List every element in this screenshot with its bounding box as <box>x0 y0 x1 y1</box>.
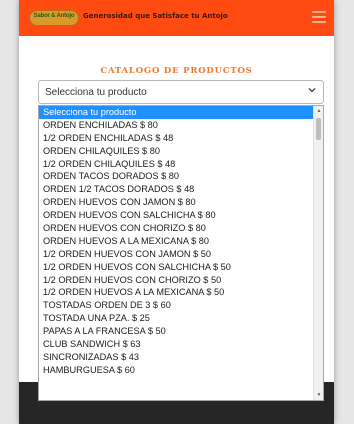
dropdown-option[interactable]: ORDEN HUEVOS CON JAMON $ 80 <box>39 196 314 209</box>
dropdown-option[interactable]: CLUB SANDWICH $ 63 <box>39 338 314 351</box>
scroll-thumb[interactable] <box>316 118 321 140</box>
dropdown-option[interactable]: ORDEN HUEVOS A LA MEXICANA $ 80 <box>39 235 314 248</box>
logo-text: Sabor & Antojo <box>33 13 75 19</box>
dropdown-option[interactable]: 1/2 ORDEN HUEVOS A LA MEXICANA $ 50 <box>39 286 314 299</box>
dropdown-option[interactable]: TOSTADA UNA PZA. $ 25 <box>39 312 314 325</box>
menu-bar <box>312 16 326 18</box>
dropdown-option[interactable]: ORDEN TACOS DORADOS $ 80 <box>39 170 314 183</box>
dropdown-option[interactable]: SINCRONIZADAS $ 43 <box>39 351 314 364</box>
dropdown-option[interactable]: ORDEN ENCHILADAS $ 80 <box>39 119 314 132</box>
product-select[interactable]: Selecciona tu producto <box>38 80 324 104</box>
dropdown-option[interactable]: 1/2 ORDEN HUEVOS CON CHORIZO $ 50 <box>39 274 314 287</box>
dropdown-option[interactable]: 1/2 ORDEN HUEVOS CON SALCHICHA $ 50 <box>39 261 314 274</box>
menu-bar <box>312 11 326 13</box>
navbar: Sabor & Antojo Generosidad que Satisface… <box>19 0 334 36</box>
scroll-down-arrow-icon[interactable]: ▼ <box>314 390 323 400</box>
dropdown-option[interactable]: TOSTADAS ORDEN DE 3 $ 60 <box>39 299 314 312</box>
dropdown-option[interactable]: ORDEN HUEVOS CON CHORIZO $ 80 <box>39 222 314 235</box>
product-select-value: Selecciona tu producto <box>45 87 147 98</box>
dropdown-option[interactable]: 1/2 ORDEN HUEVOS CON JAMON $ 50 <box>39 248 314 261</box>
dropdown-option[interactable]: 1/2 ORDEN ENCHILADAS $ 48 <box>39 132 314 145</box>
dropdown-option[interactable]: PAPAS A LA FRANCESA $ 50 <box>39 325 314 338</box>
scroll-up-arrow-icon[interactable]: ▲ <box>314 106 323 116</box>
catalog-title: CATALOGO DE PRODUCTOS <box>100 66 253 76</box>
chevron-down-icon[interactable] <box>308 86 316 96</box>
dropdown-option[interactable]: 1/2 ORDEN CHILAQUILES $ 48 <box>39 158 314 171</box>
dropdown-option[interactable]: ORDEN CHILAQUILES $ 80 <box>39 145 314 158</box>
dropdown-scrollbar[interactable]: ▲ ▼ <box>313 106 323 400</box>
dropdown-option[interactable]: Selecciona tu producto <box>39 106 314 119</box>
dropdown-option[interactable]: HAMBURGUESA $ 60 <box>39 364 314 377</box>
dropdown-option[interactable]: ORDEN 1/2 TACOS DORADOS $ 48 <box>39 183 314 196</box>
product-dropdown-list[interactable]: Selecciona tu producto ORDEN ENCHILADAS $… <box>38 105 324 401</box>
dropdown-options: Selecciona tu producto ORDEN ENCHILADAS $… <box>39 106 314 377</box>
page-frame: Sabor & Antojo Generosidad que Satisface… <box>19 0 334 424</box>
menu-bar <box>312 21 326 23</box>
brand-tagline: Generosidad que Satisface tu Antojo <box>83 12 228 20</box>
hamburger-menu-icon[interactable] <box>312 11 326 23</box>
brand-logo[interactable]: Sabor & Antojo <box>29 10 79 26</box>
dropdown-option[interactable]: ORDEN HUEVOS CON SALCHICHA $ 80 <box>39 209 314 222</box>
